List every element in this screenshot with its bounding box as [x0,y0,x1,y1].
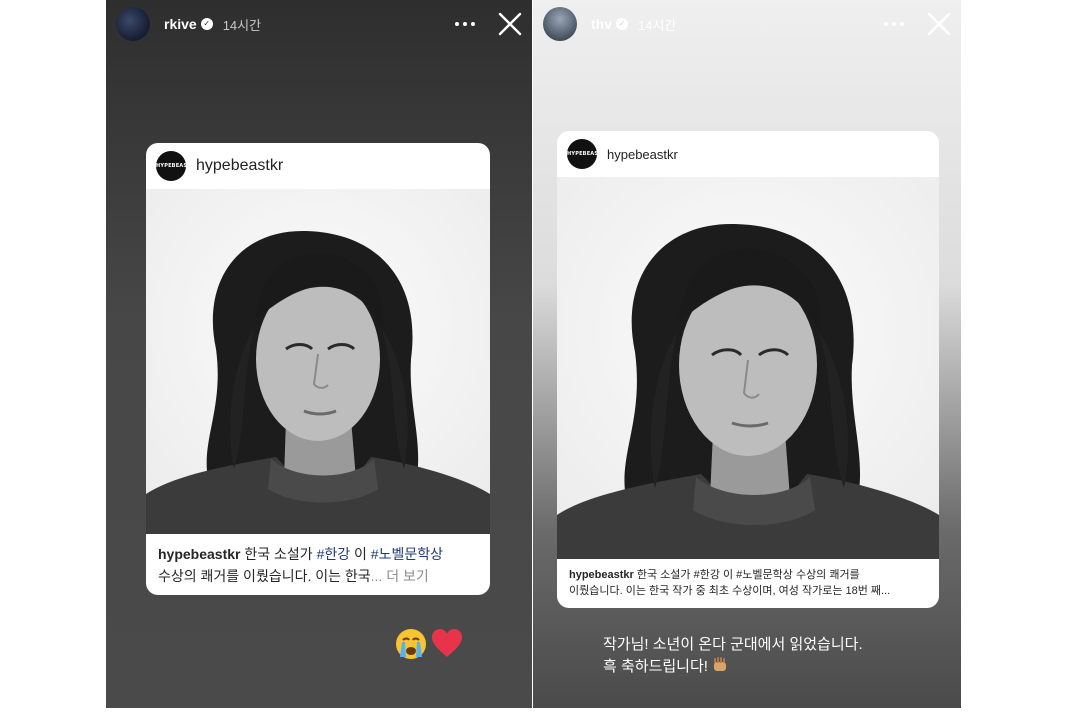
story-timestamp: 14시간 [222,17,262,33]
red-heart-icon [432,629,462,657]
shared-post-card[interactable]: HYPEBEAST hypebeastkr hypebeastkr 한국 소설가… [146,143,490,595]
fist-icon [713,657,726,671]
caption-line: hypebeastkr 한국 소설가 #한강 이 #노벨문학상 [158,543,480,565]
caption-ellipsis: ... [370,568,383,584]
verified-badge-icon: ✓ [616,18,628,30]
portrait-image [146,189,490,534]
story-reply-text: 작가님! 소년이 온다 군대에서 읽었습니다. 흑 축하드립니다! [603,634,863,678]
post-photo[interactable] [557,177,939,559]
story-thv[interactable]: thv ✓ 14시간 HYPEBEAST hypebeastkr hypebea… [533,0,961,708]
caption-text: 이뤘습니다. 이는 한국 작가 중 최초 수상이며, 여성 작가로는 18번 째… [569,585,891,597]
caption-username[interactable]: hypebeastkr [569,569,634,581]
portrait-image [557,177,939,559]
close-icon[interactable] [927,12,951,36]
more-options-icon[interactable] [883,14,905,34]
stories-comparison: rkive ✓ 14시간 HYPEBEAST hypebeastkr hypeb… [0,0,1068,712]
reply-line: 흑 축하드립니다! [603,656,863,678]
avatar[interactable] [543,7,577,41]
caption-line: 이뤘습니다. 이는 한국 작가 중 최초 수상이며, 여성 작가로는 18번 째… [569,583,929,599]
caption-line: 수상의 쾌거를 이뤘습니다. 이는 한국... 더 보기 [158,565,480,587]
story-username[interactable]: thv [591,16,612,32]
reply-text: 흑 축하드립니다! [603,658,708,675]
reply-line: 작가님! 소년이 온다 군대에서 읽었습니다. [603,636,863,653]
caption-text: 한국 소설가 [240,546,317,562]
verified-badge-icon: ✓ [200,18,213,30]
story-timestamp: 14시간 [638,17,677,33]
post-avatar[interactable]: HYPEBEAST [567,139,602,169]
post-photo[interactable] [146,189,490,534]
more-options-icon[interactable] [454,14,476,34]
post-header: HYPEBEAST hypebeastkr [156,151,283,181]
story-reactions [394,627,464,661]
post-account-name[interactable]: hypebeastkr [196,157,283,175]
see-more-link[interactable]: 더 보기 [382,568,429,584]
caption-line: hypebeastkr 한국 소설가 #한강 이 #노벨문학상 수상의 쾌거를 [569,567,929,583]
story-header: rkive ✓ 14시간 [116,6,522,42]
caption-text: 수상의 쾌거를 이뤘습니다. 이는 한국 [158,568,371,584]
caption-text: 이 [350,546,371,562]
caption-text: 한국 소설가 #한강 이 #노벨문학상 수상의 쾌거를 [633,569,860,581]
hashtag-link[interactable]: #노벨문학상 [371,546,443,562]
post-avatar[interactable]: HYPEBEAST [156,151,191,181]
story-username[interactable]: rkive [164,16,197,32]
post-caption[interactable]: hypebeastkr 한국 소설가 #한강 이 #노벨문학상 수상의 쾌거를 … [569,567,929,599]
shared-post-card[interactable]: HYPEBEAST hypebeastkr hypebeastkr 한국 소설가… [557,131,939,608]
post-header: HYPEBEAST hypebeastkr [567,139,678,169]
caption-username[interactable]: hypebeastkr [158,546,240,562]
close-icon[interactable] [498,12,522,36]
crying-face-icon [396,629,426,659]
hashtag-link[interactable]: #한강 [317,546,351,562]
avatar[interactable] [116,7,150,41]
story-rkive[interactable]: rkive ✓ 14시간 HYPEBEAST hypebeastkr hypeb… [106,0,532,708]
post-account-name[interactable]: hypebeastkr [607,147,678,162]
story-header: thv ✓ 14시간 [543,6,951,42]
post-caption[interactable]: hypebeastkr 한국 소설가 #한강 이 #노벨문학상 수상의 쾌거를 … [158,543,480,587]
